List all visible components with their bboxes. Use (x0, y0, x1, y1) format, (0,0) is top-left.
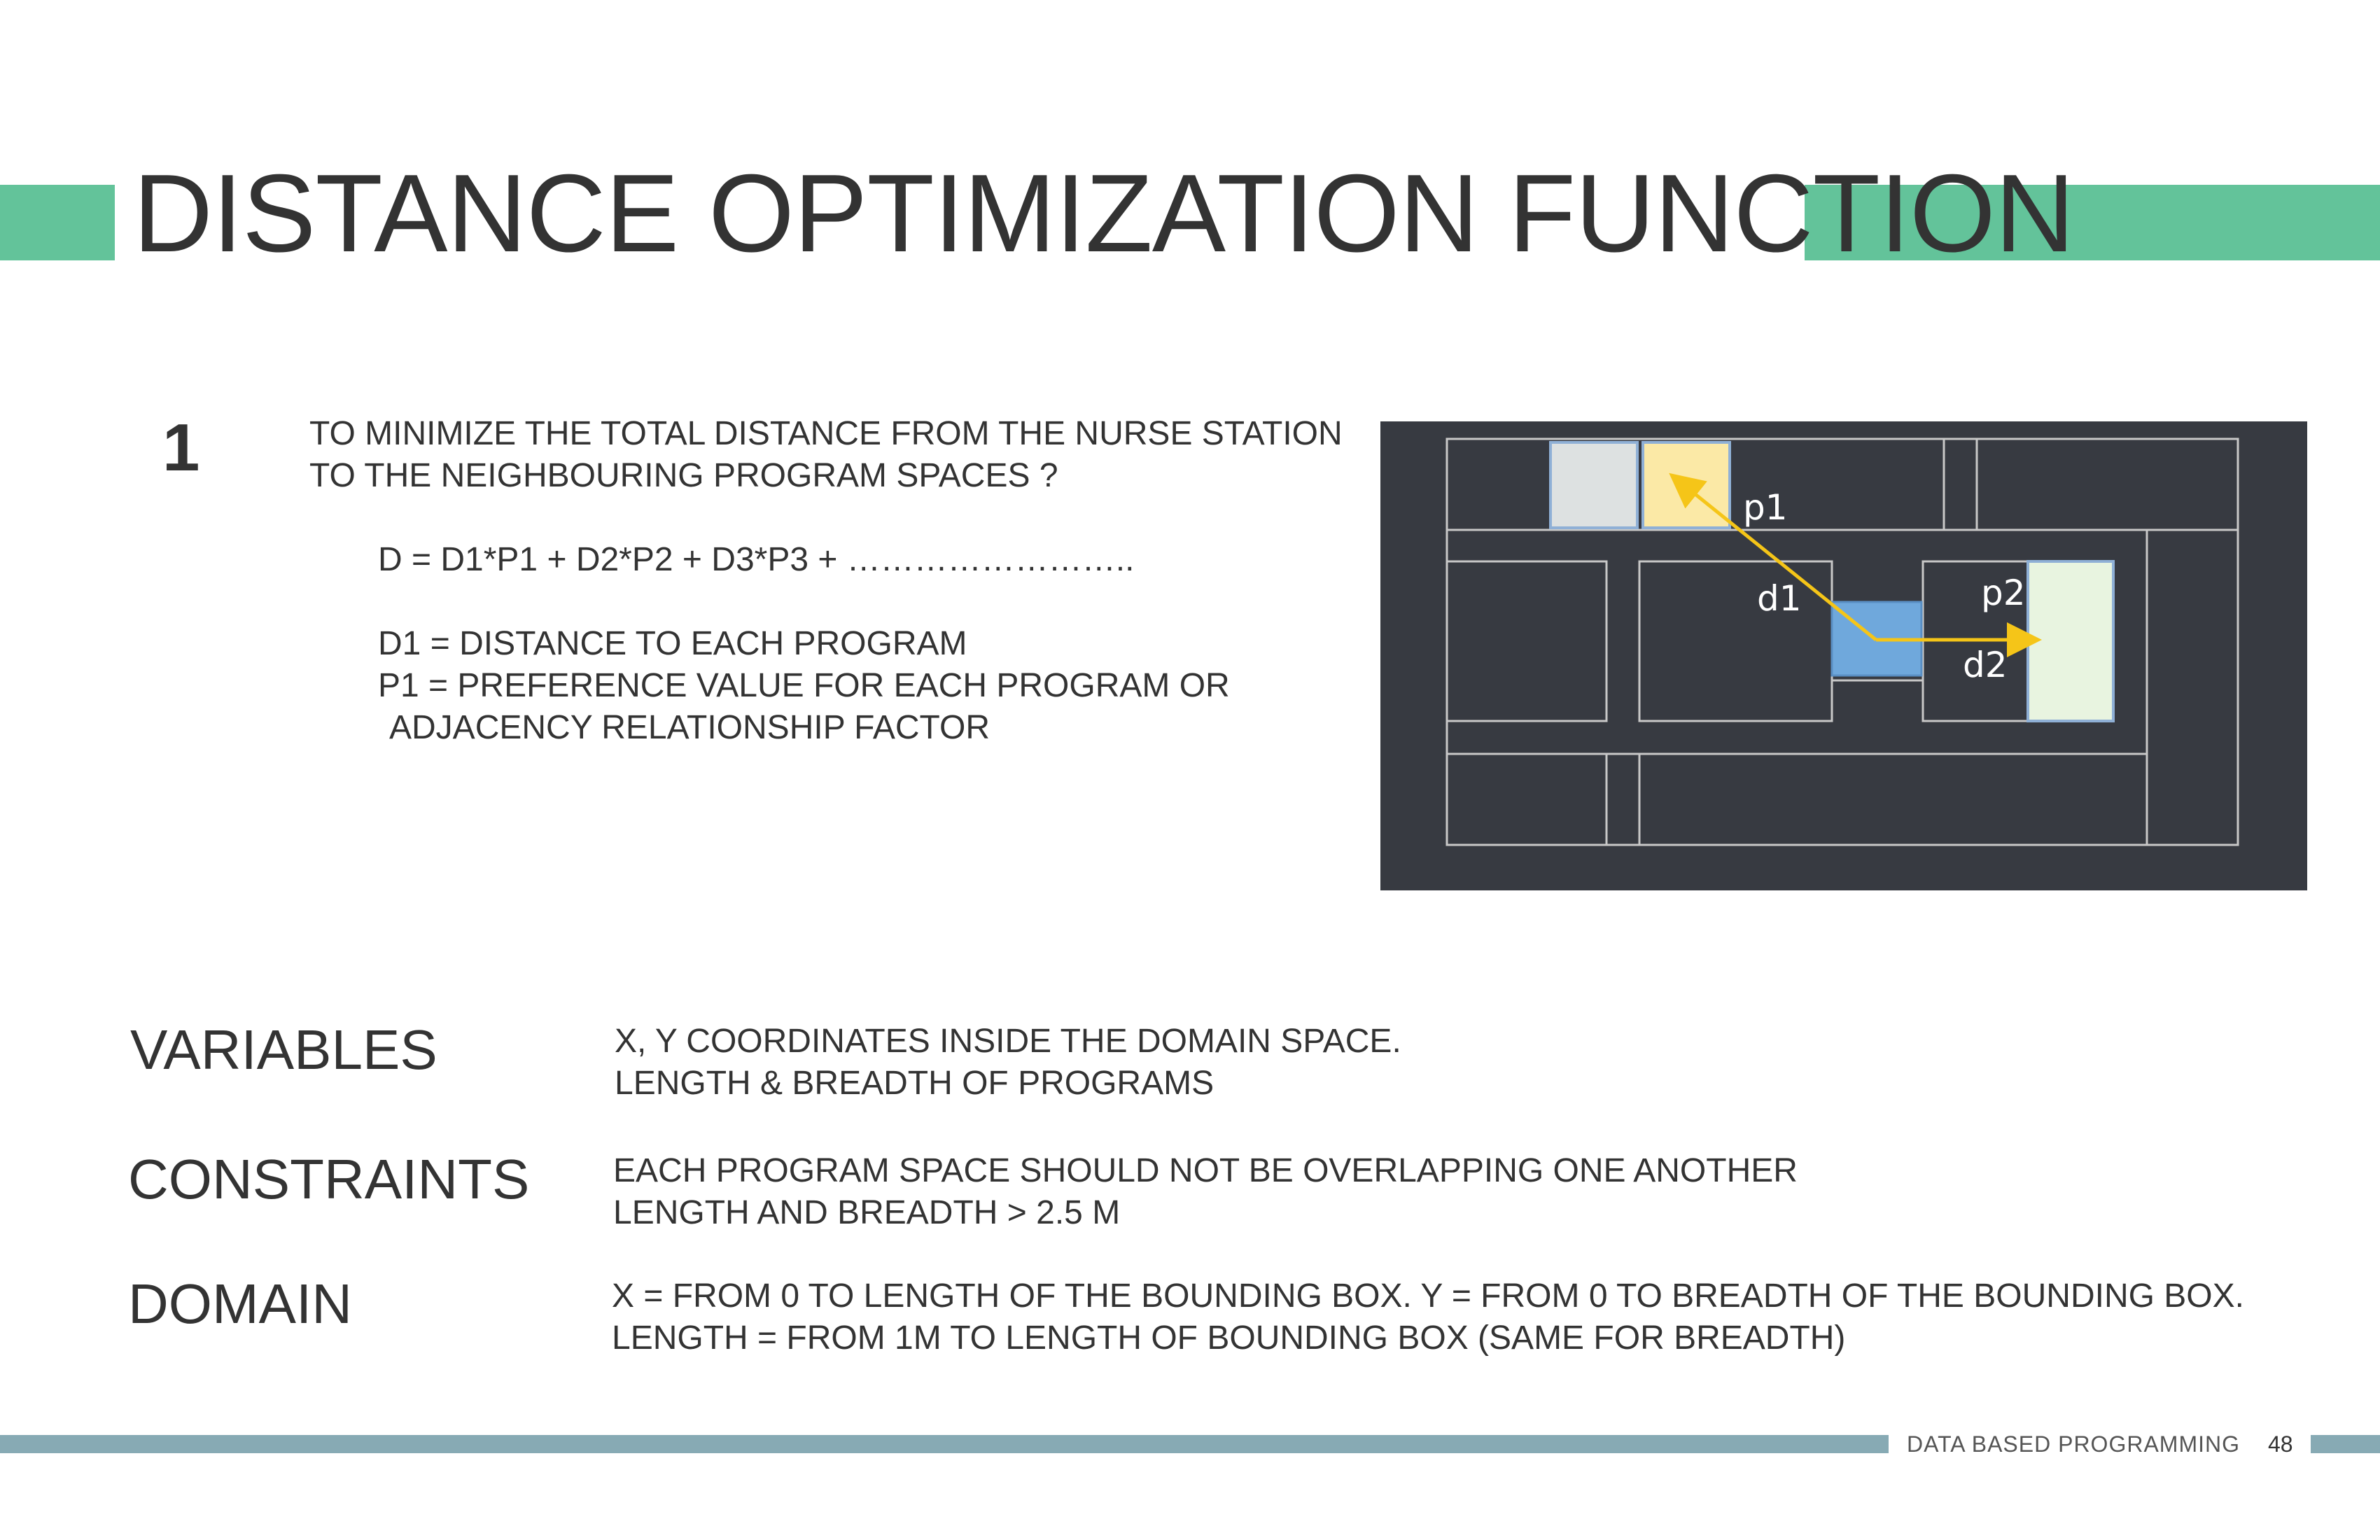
label-d2: d2 (1963, 645, 2008, 685)
domain-line1: X = FROM 0 TO LENGTH OF THE BOUNDING BOX… (612, 1278, 2244, 1315)
label-d1: d1 (1757, 578, 1802, 619)
variables-line1: X, Y COORDINATES INSIDE THE DOMAIN SPACE… (615, 1023, 1401, 1060)
page-title: DISTANCE OPTIMIZATION FUNCTION (133, 152, 2075, 275)
section-label-variables: VARIABLES (130, 1018, 438, 1081)
footer-title: DATA BASED PROGRAMMING (1907, 1432, 2240, 1457)
constraints-line1: EACH PROGRAM SPACE SHOULD NOT BE OVERLAP… (613, 1152, 1798, 1189)
section-label-constraints: CONSTRAINTS (128, 1148, 530, 1210)
program-p2 (2026, 560, 2115, 722)
definition-p1-line2: ADJACENCY RELATIONSHIP FACTOR (389, 709, 990, 746)
footer-bar-left (0, 1435, 1889, 1453)
label-p1: p1 (1743, 487, 1788, 528)
program-grey (1549, 441, 1639, 529)
section-label-domain: DOMAIN (128, 1273, 352, 1335)
objective-number: 1 (162, 410, 200, 485)
definition-d1: D1 = DISTANCE TO EACH PROGRAM (378, 625, 967, 662)
page-number: 48 (2268, 1432, 2293, 1457)
domain-line2: LENGTH = FROM 1M TO LENGTH OF BOUNDING B… (612, 1320, 1846, 1357)
header-bar-left (0, 185, 115, 260)
definition-p1-line1: P1 = PREFERENCE VALUE FOR EACH PROGRAM O… (378, 667, 1230, 704)
objective-question-line1: TO MINIMIZE THE TOTAL DISTANCE FROM THE … (309, 415, 1343, 452)
footer-bar-right (2311, 1435, 2380, 1453)
constraints-line2: LENGTH AND BREADTH > 2.5 M (613, 1194, 1121, 1231)
objective-formula: D = D1*P1 + D2*P2 + D3*P3 + …………………….. (378, 541, 1135, 578)
variables-line2: LENGTH & BREADTH OF PROGRAMS (615, 1065, 1214, 1102)
floor-plan-diagram: p1 d1 p2 d2 (1380, 421, 2307, 890)
objective-question-line2: TO THE NEIGHBOURING PROGRAM SPACES ? (309, 457, 1058, 494)
label-p2: p2 (1981, 573, 2026, 613)
